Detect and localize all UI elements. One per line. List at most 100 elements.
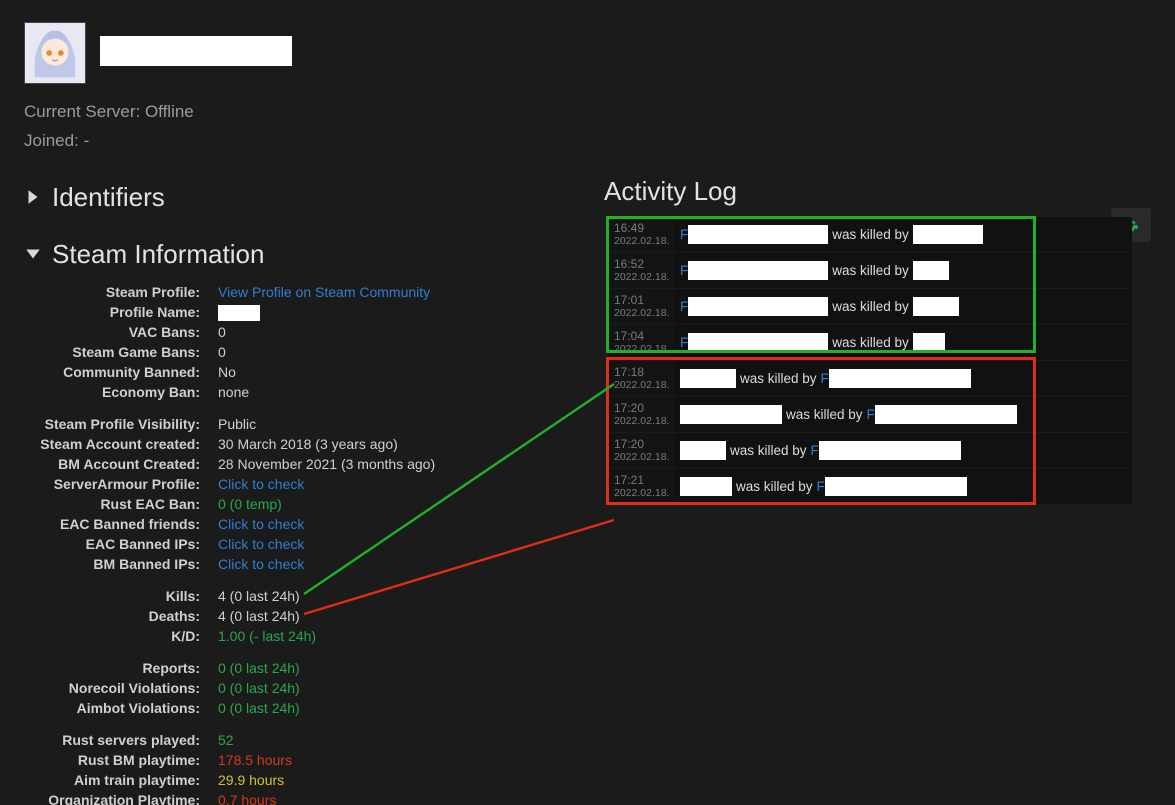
info-value: 178.5 hours bbox=[218, 750, 292, 770]
info-label: K/D: bbox=[24, 626, 218, 646]
log-row[interactable]: 16:522022.02.18.Fwas killed by bbox=[608, 253, 1132, 288]
info-value: 29.9 hours bbox=[218, 770, 284, 790]
info-label: Kills: bbox=[24, 586, 218, 606]
log-timestamp: 16:492022.02.18. bbox=[608, 217, 674, 252]
info-value[interactable]: Click to check bbox=[218, 534, 304, 554]
info-label: Community Banned: bbox=[24, 362, 218, 382]
info-label: EAC Banned friends: bbox=[24, 514, 218, 534]
log-row[interactable]: 17:202022.02.18.was killed byF bbox=[608, 433, 1132, 468]
identifiers-title: Identifiers bbox=[52, 182, 165, 213]
log-message: Fwas killed by bbox=[674, 289, 1132, 324]
info-value: 30 March 2018 (3 years ago) bbox=[218, 434, 398, 454]
info-row: Aimbot Violations:0 (0 last 24h) bbox=[24, 698, 604, 718]
log-message: Fwas killed by bbox=[674, 253, 1132, 288]
log-timestamp: 16:522022.02.18. bbox=[608, 253, 674, 288]
info-label: VAC Bans: bbox=[24, 322, 218, 342]
info-row: Steam Account created:30 March 2018 (3 y… bbox=[24, 434, 604, 454]
info-row: Community Banned:No bbox=[24, 362, 604, 382]
info-label: Rust EAC Ban: bbox=[24, 494, 218, 514]
log-timestamp: 17:202022.02.18. bbox=[608, 397, 674, 432]
info-row: ServerArmour Profile:Click to check bbox=[24, 474, 604, 494]
identifiers-header[interactable]: Identifiers bbox=[24, 182, 604, 213]
info-row: Kills:4 (0 last 24h) bbox=[24, 586, 604, 606]
info-value: 0 bbox=[218, 322, 226, 342]
info-value: No bbox=[218, 362, 236, 382]
player-name-redacted bbox=[100, 36, 292, 66]
info-label: Rust servers played: bbox=[24, 730, 218, 750]
activity-log-title: Activity Log bbox=[604, 176, 1151, 207]
info-row: BM Account Created:28 November 2021 (3 m… bbox=[24, 454, 604, 474]
log-row[interactable]: 17:012022.02.18.Fwas killed by bbox=[608, 289, 1132, 324]
info-label: BM Banned IPs: bbox=[24, 554, 218, 574]
info-label: Profile Name: bbox=[24, 302, 218, 322]
log-message: Fwas killed by bbox=[674, 325, 1132, 360]
log-row[interactable]: 17:042022.02.18.Fwas killed by bbox=[608, 325, 1132, 360]
log-row[interactable]: 17:212022.02.18.was killed byF bbox=[608, 469, 1132, 504]
joined: Joined: - bbox=[24, 127, 1151, 156]
log-row[interactable]: 16:492022.02.18.Fwas killed by bbox=[608, 217, 1132, 252]
log-timestamp: 17:182022.02.18. bbox=[608, 361, 674, 396]
info-row: Steam Game Bans:0 bbox=[24, 342, 604, 362]
steam-info-title: Steam Information bbox=[52, 239, 264, 270]
info-value: 28 November 2021 (3 months ago) bbox=[218, 454, 435, 474]
info-label: BM Account Created: bbox=[24, 454, 218, 474]
info-value: 52 bbox=[218, 730, 234, 750]
info-row: Rust EAC Ban:0 (0 temp) bbox=[24, 494, 604, 514]
info-value: 0 bbox=[218, 342, 226, 362]
chevron-down-icon bbox=[24, 245, 42, 263]
info-value: 0 (0 last 24h) bbox=[218, 698, 300, 718]
log-timestamp: 17:012022.02.18. bbox=[608, 289, 674, 324]
info-value: 4 (0 last 24h) bbox=[218, 586, 300, 606]
info-row: Economy Ban:none bbox=[24, 382, 604, 402]
info-label: EAC Banned IPs: bbox=[24, 534, 218, 554]
info-label: Steam Profile: bbox=[24, 282, 218, 302]
info-value: 0.7 hours bbox=[218, 790, 276, 805]
info-label: Steam Game Bans: bbox=[24, 342, 218, 362]
info-row: BM Banned IPs:Click to check bbox=[24, 554, 604, 574]
steam-info-header[interactable]: Steam Information bbox=[24, 239, 604, 270]
chevron-right-icon bbox=[24, 188, 42, 206]
log-message: was killed byF bbox=[674, 397, 1132, 432]
info-row: Rust BM playtime:178.5 hours bbox=[24, 750, 604, 770]
info-row: Steam Profile Visibility:Public bbox=[24, 414, 604, 434]
info-row: Aim train playtime:29.9 hours bbox=[24, 770, 604, 790]
info-value: none bbox=[218, 382, 249, 402]
log-row[interactable]: 17:182022.02.18.was killed byF bbox=[608, 361, 1132, 396]
log-timestamp: 17:042022.02.18. bbox=[608, 325, 674, 360]
info-value[interactable]: Click to check bbox=[218, 474, 304, 494]
info-row: K/D:1.00 (- last 24h) bbox=[24, 626, 604, 646]
info-value: Public bbox=[218, 414, 256, 434]
log-message: was killed byF bbox=[674, 433, 1132, 468]
info-row: Deaths:4 (0 last 24h) bbox=[24, 606, 604, 626]
info-value[interactable]: Click to check bbox=[218, 514, 304, 534]
info-row: Norecoil Violations:0 (0 last 24h) bbox=[24, 678, 604, 698]
info-label: Aim train playtime: bbox=[24, 770, 218, 790]
info-row: Rust servers played:52 bbox=[24, 730, 604, 750]
info-value bbox=[218, 302, 260, 322]
log-message: was killed byF bbox=[674, 469, 1132, 504]
avatar[interactable] bbox=[24, 22, 86, 84]
info-row: Profile Name: bbox=[24, 302, 604, 322]
info-value: 1.00 (- last 24h) bbox=[218, 626, 316, 646]
info-label: Organization Playtime: bbox=[24, 790, 218, 805]
info-value: 4 (0 last 24h) bbox=[218, 606, 300, 626]
info-label: Steam Profile Visibility: bbox=[24, 414, 218, 434]
info-label: Deaths: bbox=[24, 606, 218, 626]
info-label: Aimbot Violations: bbox=[24, 698, 218, 718]
info-label: Rust BM playtime: bbox=[24, 750, 218, 770]
log-timestamp: 17:202022.02.18. bbox=[608, 433, 674, 468]
info-value[interactable]: View Profile on Steam Community bbox=[218, 282, 430, 302]
info-label: ServerArmour Profile: bbox=[24, 474, 218, 494]
current-server: Current Server: Offline bbox=[24, 98, 1151, 127]
info-label: Economy Ban: bbox=[24, 382, 218, 402]
info-value[interactable]: Click to check bbox=[218, 554, 304, 574]
info-row: Organization Playtime:0.7 hours bbox=[24, 790, 604, 805]
log-message: was killed byF bbox=[674, 361, 1132, 396]
info-row: VAC Bans:0 bbox=[24, 322, 604, 342]
log-message: Fwas killed by bbox=[674, 217, 1132, 252]
info-label: Norecoil Violations: bbox=[24, 678, 218, 698]
info-label: Steam Account created: bbox=[24, 434, 218, 454]
info-row: Steam Profile:View Profile on Steam Comm… bbox=[24, 282, 604, 302]
log-row[interactable]: 17:202022.02.18.was killed byF bbox=[608, 397, 1132, 432]
info-value: 0 (0 last 24h) bbox=[218, 658, 300, 678]
